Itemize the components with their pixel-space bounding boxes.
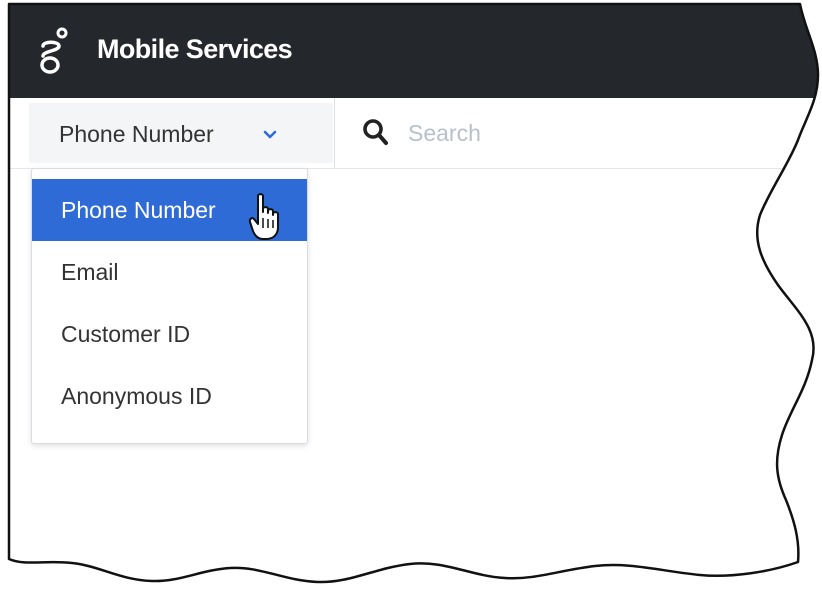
hand-pointer-cursor-icon (248, 192, 284, 242)
chevron-down-icon (263, 130, 277, 140)
search-type-selected-label: Phone Number (59, 121, 214, 147)
search-type-select[interactable]: Phone Number (29, 103, 333, 163)
search-icon[interactable] (362, 118, 388, 146)
app-window: Mobile Services Phone Number Phone Numbe… (0, 0, 822, 595)
search-input[interactable] (402, 114, 794, 152)
app-title: Mobile Services (97, 34, 293, 64)
toolbar-divider (334, 98, 335, 168)
genesys-logo-icon (37, 27, 73, 77)
dropdown-option-anonymous-id[interactable]: Anonymous ID (32, 365, 307, 427)
app-header: Mobile Services (0, 0, 822, 98)
dropdown-option-email[interactable]: Email (32, 241, 307, 303)
dropdown-option-customer-id[interactable]: Customer ID (32, 303, 307, 365)
